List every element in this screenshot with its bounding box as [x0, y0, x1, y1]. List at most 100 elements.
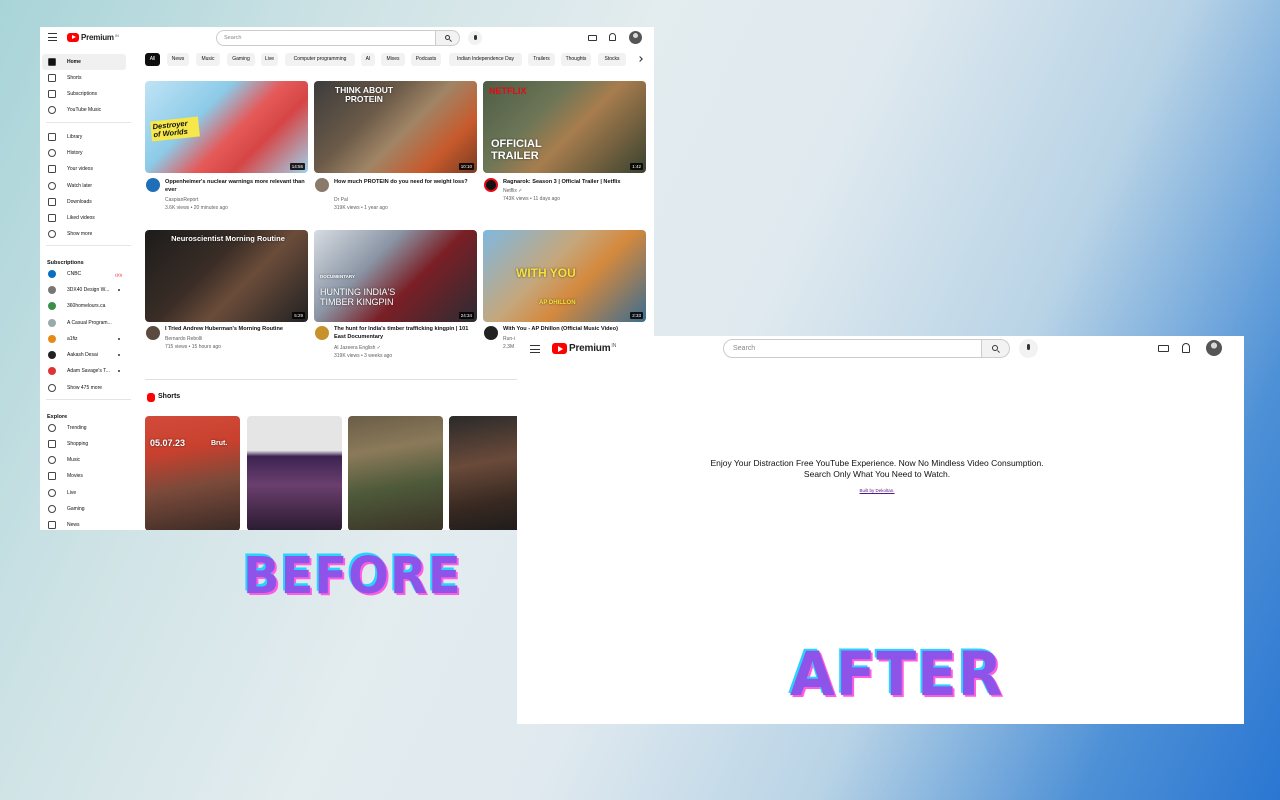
history-icon [48, 149, 56, 157]
subscription-item[interactable]: Adam Savage's T... [42, 363, 126, 379]
channel-avatar[interactable] [484, 178, 498, 192]
sidebar-item-liked-videos[interactable]: Liked videos [42, 210, 126, 226]
create-icon[interactable] [1158, 345, 1169, 352]
chip[interactable]: Indian Independence Day [449, 53, 522, 66]
short-thumbnail[interactable]: 05.07.23 Brut. [145, 416, 240, 530]
chip[interactable]: Stocks [598, 53, 626, 66]
video-title[interactable]: Oppenheimer's nuclear warnings more rele… [165, 179, 305, 194]
sidebar-item-news[interactable]: News [42, 517, 126, 530]
sidebar-item-label: Trending [67, 425, 87, 431]
search-button[interactable] [436, 30, 460, 46]
sidebar-item-subscriptions[interactable]: Subscriptions [42, 86, 126, 102]
chip[interactable]: Mixes [381, 53, 405, 66]
chip[interactable]: Music [196, 53, 220, 66]
chip[interactable]: News [167, 53, 189, 66]
channel-avatar[interactable] [146, 178, 160, 192]
short-thumbnail[interactable] [247, 416, 342, 530]
video-thumbnail[interactable]: THINK ABOUT PROTEIN 10:10 [314, 81, 477, 173]
movies-icon [48, 472, 56, 480]
channel-avatar [48, 367, 56, 375]
shorts-icon [147, 393, 155, 402]
video-title[interactable]: The hunt for India's timber trafficking … [334, 326, 474, 341]
chevron-right-icon[interactable] [637, 56, 643, 62]
video-channel[interactable]: Dr Pal [334, 197, 348, 205]
chip[interactable]: Gaming [227, 53, 255, 66]
sidebar-item-label: Library [67, 134, 83, 140]
chip[interactable]: Trailers [528, 53, 555, 66]
sidebar-item-gaming[interactable]: Gaming [42, 501, 126, 517]
voice-search-button[interactable] [468, 31, 482, 45]
sidebar-item-library[interactable]: Library [42, 129, 126, 145]
search-icon [992, 345, 998, 351]
sidebar-item-movies[interactable]: Movies [42, 468, 126, 484]
menu-icon[interactable] [530, 345, 540, 353]
subscription-item[interactable]: a1fiz [42, 331, 126, 347]
menu-icon[interactable] [48, 33, 57, 41]
sidebar-item-live[interactable]: Live [42, 485, 126, 501]
chip[interactable]: Live [261, 53, 278, 66]
video-title[interactable]: I Tried Andrew Huberman's Morning Routin… [165, 326, 305, 334]
video-thumbnail[interactable]: WITH YOU AP DHILLON 2:33 [483, 230, 646, 322]
create-icon[interactable] [588, 35, 597, 41]
video-thumbnail[interactable]: Destroyer of Worlds 14:55 [145, 81, 308, 173]
channel-avatar[interactable] [146, 326, 160, 340]
sidebar-item-show-more[interactable]: Show more [42, 226, 126, 242]
video-thumbnail[interactable]: Neuroscientist Morning Routine 5:29 [145, 230, 308, 322]
chip[interactable]: Podcasts [411, 53, 441, 66]
subscription-item[interactable]: CNBC ((•)) [42, 266, 126, 282]
video-thumbnail[interactable]: NETFLIX OFFICIAL TRAILER 1:42 [483, 81, 646, 173]
credit-link[interactable]: Built by Dekoltan. [517, 488, 1237, 493]
video-title[interactable]: Ragnarok: Season 3 | Official Trailer | … [503, 179, 643, 187]
bell-icon[interactable] [1182, 343, 1190, 353]
youtube-play-icon [552, 343, 567, 354]
short-thumbnail[interactable] [348, 416, 443, 530]
youtube-logo[interactable]: Premium IN [552, 343, 616, 354]
sidebar-item-music-explore[interactable]: Music [42, 452, 126, 468]
video-channel[interactable]: CaspianReport [165, 197, 198, 205]
new-dot [118, 354, 120, 356]
voice-search-button[interactable] [1019, 339, 1038, 358]
video-channel[interactable]: Netflix ✓ [503, 188, 522, 196]
chip[interactable]: Computer programming [285, 53, 355, 66]
video-channel[interactable]: Bernardo Rebolli [165, 336, 202, 344]
video-channel[interactable]: Run-i [503, 336, 515, 344]
channel-avatar[interactable] [315, 326, 329, 340]
avatar[interactable] [629, 31, 642, 44]
sidebar-item-show-more-subscriptions[interactable]: Show 475 more [42, 380, 126, 396]
subscription-item[interactable]: 3DX40 Design W... [42, 282, 126, 298]
sidebar-item-your-videos[interactable]: Your videos [42, 161, 126, 177]
search-input[interactable]: Search [216, 30, 436, 46]
sidebar-item-shopping[interactable]: Shopping [42, 436, 126, 452]
video-thumbnail[interactable]: DOCUMENTARY HUNTING INDIA'S TIMBER KINGP… [314, 230, 477, 322]
chip[interactable]: AI [361, 53, 375, 66]
avatar[interactable] [1206, 340, 1222, 356]
sidebar-item-downloads[interactable]: Downloads [42, 194, 126, 210]
video-title[interactable]: How much PROTEIN do you need for weight … [334, 179, 474, 187]
sidebar-item-music[interactable]: YouTube Music [42, 102, 126, 118]
video-title[interactable]: With You - AP Dhillon (Official Music Vi… [503, 326, 643, 334]
bell-icon[interactable] [609, 33, 616, 41]
video-channel[interactable]: Al Jazeera English ✓ [334, 345, 381, 353]
subscription-item[interactable]: 360homelours.ca [42, 298, 126, 314]
search-input[interactable]: Search [723, 339, 982, 358]
sidebar-item-history[interactable]: History [42, 145, 126, 161]
sidebar-item-label: Movies [67, 473, 83, 479]
thumbnail-overlay-text: Destroyer of Worlds [150, 116, 200, 142]
sidebar: Home Shorts Subscriptions YouTube Music … [40, 51, 132, 530]
new-dot [118, 338, 120, 340]
youtube-logo[interactable]: Premium IN [67, 33, 119, 42]
subscription-item[interactable]: Aakash Desai [42, 347, 126, 363]
search-button[interactable] [982, 339, 1010, 358]
subscription-item[interactable]: A Casual Program... [42, 315, 126, 331]
sidebar-item-watch-later[interactable]: Watch later [42, 178, 126, 194]
video-meta: 715 views • 15 hours ago [165, 344, 221, 350]
chevron-down-icon [48, 384, 56, 392]
chip[interactable]: Thoughts [561, 53, 591, 66]
channel-avatar[interactable] [484, 326, 498, 340]
sidebar-item-trending[interactable]: Trending [42, 420, 126, 436]
sidebar-item-home[interactable]: Home [42, 54, 126, 70]
chip-all[interactable]: All [145, 53, 160, 66]
video-duration: 24:34 [458, 312, 474, 319]
sidebar-item-shorts[interactable]: Shorts [42, 70, 126, 86]
channel-avatar[interactable] [315, 178, 329, 192]
